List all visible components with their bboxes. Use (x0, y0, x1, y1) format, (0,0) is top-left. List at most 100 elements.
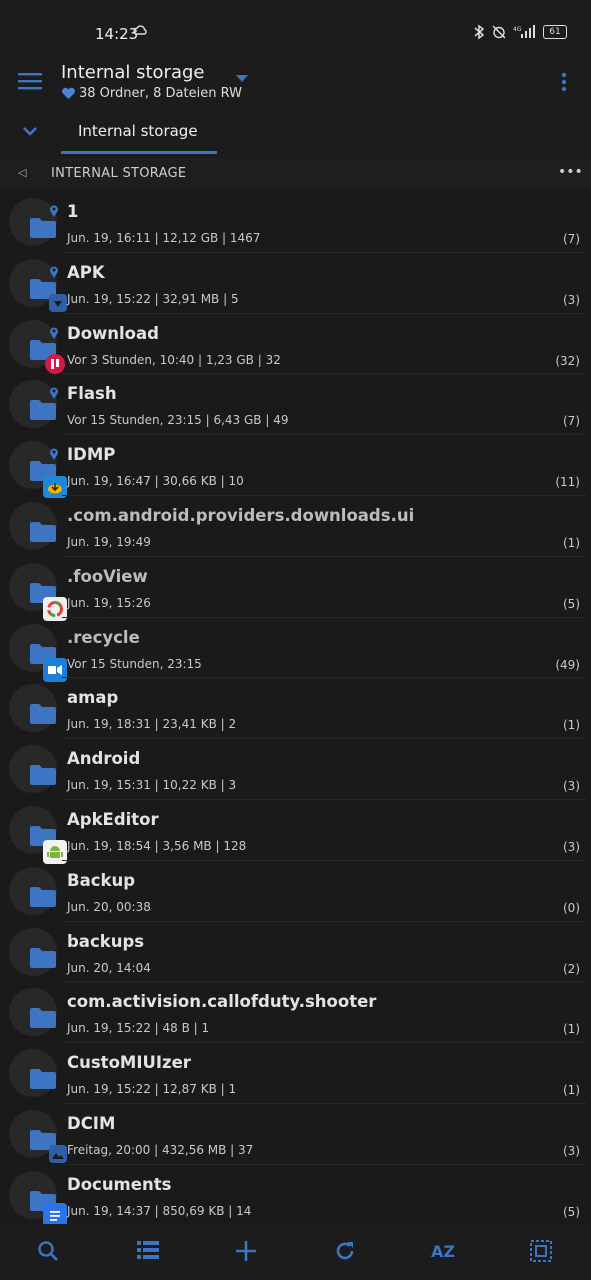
image-badge-icon (49, 1144, 67, 1163)
folder-thumbnail[interactable] (9, 380, 58, 429)
file-name: Backup (67, 870, 136, 890)
bottom-toolbar: AZ (0, 1224, 591, 1280)
folder-icon (30, 947, 56, 968)
file-meta: Jun. 19, 15:22 | 32,91 MB | 5 (67, 291, 239, 306)
folder-thumbnail[interactable] (9, 1109, 67, 1163)
item-count: (1) (563, 1083, 580, 1098)
status-time: 14:23 (95, 25, 139, 43)
alarm-off-icon (492, 25, 506, 39)
breadcrumb-label[interactable]: INTERNAL STORAGE (51, 166, 186, 181)
page-title[interactable]: Internal storage (61, 62, 204, 83)
folder-icon (30, 400, 56, 421)
list-item[interactable]: 1 Jun. 19, 16:11 | 12,12 GB | 1467 (7) (0, 192, 591, 253)
file-meta: Jun. 19, 15:22 | 48 B | 1 (67, 1021, 210, 1036)
select-all-icon[interactable] (530, 1240, 552, 1262)
location-pin-icon (50, 448, 58, 461)
list-item[interactable]: Android Jun. 19, 15:31 | 10,22 KB | 3 (3) (0, 739, 591, 800)
item-count: (3) (563, 1143, 580, 1158)
folder-icon (30, 521, 56, 542)
location-pin-icon (50, 266, 58, 278)
file-list[interactable]: 1 Jun. 19, 16:11 | 12,12 GB | 1467 (7) APK J… (0, 192, 591, 1224)
location-pin-icon (50, 205, 58, 217)
storage-summary-text: 38 Ordner, 8 Dateien RW (79, 86, 242, 101)
folder-thumbnail[interactable] (9, 623, 67, 682)
more-vertical-icon[interactable] (560, 72, 568, 92)
file-meta: Jun. 19, 16:11 | 12,12 GB | 1467 (67, 231, 261, 245)
folder-thumbnail[interactable] (9, 441, 67, 499)
search-icon[interactable] (37, 1240, 59, 1262)
folder-thumbnail[interactable] (9, 745, 57, 794)
list-item[interactable]: .com.android.providers.downloads.ui Jun. … (0, 496, 591, 557)
file-meta: Jun. 19, 18:31 | 23,41 KB | 2 (67, 717, 237, 732)
item-count: (32) (555, 353, 580, 368)
hamburger-menu-icon[interactable] (18, 71, 42, 91)
folder-thumbnail[interactable] (9, 805, 67, 864)
folder-icon (30, 218, 56, 238)
file-name: com.activision.callofduty.shooter (67, 992, 377, 1012)
item-count: (5) (563, 596, 580, 611)
list-item[interactable]: DCIM Freitag, 20:00 | 432,56 MB | 37 (3) (0, 1104, 591, 1165)
folder-thumbnail[interactable] (9, 866, 57, 915)
item-count: (2) (563, 961, 580, 976)
list-item[interactable]: CustoMIUIzer Jun. 19, 15:22 | 12,87 KB | … (0, 1043, 591, 1104)
item-count: (3) (563, 779, 580, 794)
list-item[interactable]: APK Jun. 19, 15:22 | 32,91 MB | 5 (3) (0, 253, 591, 314)
file-meta: Vor 3 Stunden, 10:40 | 1,23 GB | 32 (67, 352, 281, 367)
item-count: (1) (563, 535, 580, 550)
list-view-icon[interactable] (137, 1240, 159, 1260)
dropdown-arrow-icon[interactable] (235, 74, 249, 84)
tab-label: Internal storage (78, 122, 198, 140)
item-count: (11) (555, 475, 580, 490)
back-triangle-icon[interactable]: ◁ (18, 166, 26, 179)
list-item[interactable]: .fooView Jun. 19, 15:26 (5) (0, 557, 591, 621)
folder-thumbnail[interactable] (9, 258, 67, 312)
folder-thumbnail[interactable] (9, 501, 57, 550)
file-meta: Jun. 19, 18:54 | 3,56 MB | 128 (67, 838, 247, 853)
file-name: Download (67, 323, 159, 343)
folder-thumbnail[interactable] (9, 988, 57, 1037)
file-meta: Freitag, 20:00 | 432,56 MB | 37 (67, 1142, 254, 1157)
list-item[interactable]: Download Vor 3 Stunden, 10:40 | 1,23 GB |… (0, 314, 591, 375)
folder-thumbnail[interactable] (9, 1049, 57, 1098)
location-pin-icon (50, 327, 58, 339)
list-item[interactable]: Backup Jun. 20, 00:38 (0) (0, 861, 591, 922)
chevron-down-icon[interactable] (22, 126, 38, 136)
folder-thumbnail[interactable] (9, 684, 57, 733)
folder-thumbnail[interactable] (9, 1170, 67, 1224)
file-name: IDMP (67, 445, 116, 465)
item-count: (1) (563, 1022, 580, 1037)
tab-internal-storage[interactable]: Internal storage (61, 118, 217, 154)
file-name: Android (67, 749, 141, 769)
tab-indicator (61, 151, 217, 154)
folder-icon (30, 765, 56, 786)
list-item[interactable]: Documents Jun. 19, 14:37 | 850,69 KB | 14… (0, 1165, 591, 1224)
folder-icon (30, 1069, 56, 1090)
file-name: ApkEditor (67, 809, 159, 829)
folder-thumbnail[interactable] (9, 927, 57, 976)
file-name: backups (67, 931, 145, 951)
list-item[interactable]: IDMP Jun. 19, 16:47 | 30,66 KB | 10 (11) (0, 435, 591, 499)
sync-icon (133, 25, 147, 35)
file-meta: Jun. 19, 16:47 | 30,66 KB | 10 (67, 474, 244, 489)
add-icon[interactable] (235, 1240, 257, 1262)
list-item[interactable]: amap Jun. 19, 18:31 | 23,41 KB | 2 (1) (0, 678, 591, 740)
folder-thumbnail[interactable] (9, 562, 67, 621)
list-item[interactable]: ApkEditor Jun. 19, 18:54 | 3,56 MB | 128 (… (0, 800, 591, 864)
file-meta: Vor 15 Stunden, 23:15 (67, 656, 202, 671)
list-item[interactable]: com.activision.callofduty.shooter Jun. 19… (0, 982, 591, 1044)
folder-thumbnail[interactable] (9, 319, 65, 374)
folder-thumbnail[interactable] (9, 198, 58, 246)
list-item[interactable]: Flash Vor 15 Stunden, 23:15 | 6,43 GB | 4… (0, 374, 591, 436)
refresh-icon[interactable] (334, 1240, 356, 1262)
more-horizontal-icon[interactable]: ••• (558, 164, 583, 180)
item-count: (5) (563, 1204, 580, 1219)
file-name: Flash (67, 384, 117, 404)
folder-icon (30, 704, 56, 725)
item-count: (7) (563, 414, 580, 429)
item-count: (49) (555, 657, 580, 672)
folder-icon (30, 886, 56, 907)
sort-az-button[interactable]: AZ (431, 1242, 455, 1261)
signal-icon: 4G (513, 25, 535, 38)
list-item[interactable]: .recycle Vor 15 Stunden, 23:15 (49) (0, 618, 591, 682)
list-item[interactable]: backups Jun. 20, 14:04 (2) (0, 922, 591, 983)
